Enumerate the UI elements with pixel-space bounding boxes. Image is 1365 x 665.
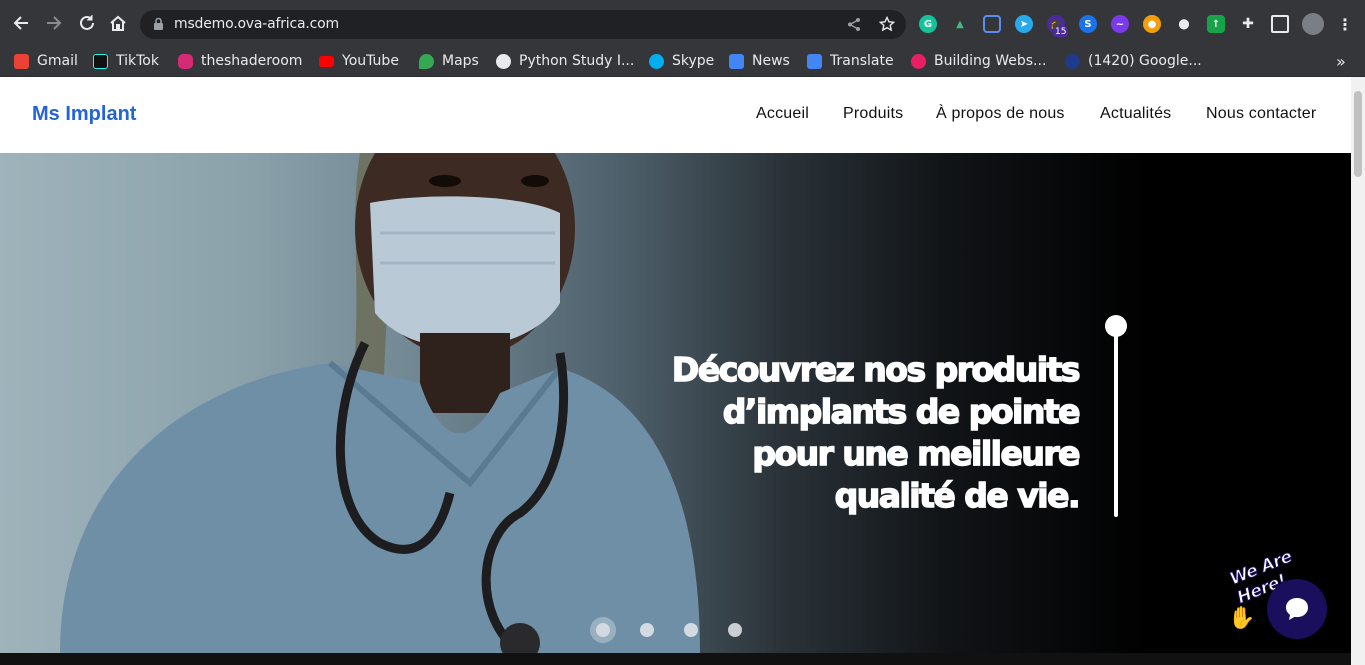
building-icon bbox=[911, 53, 926, 69]
web-page: Ms Implant Accueil Produits À propos de … bbox=[0, 77, 1351, 665]
page-scrollbar[interactable] bbox=[1351, 77, 1365, 665]
maps-icon bbox=[419, 53, 434, 69]
nav-produits[interactable]: Produits bbox=[843, 105, 903, 123]
hero-headline: Découvrez nos produits d’implants de poi… bbox=[671, 349, 1082, 517]
youtube-icon bbox=[319, 55, 334, 67]
bookmark-gmail[interactable]: Gmail bbox=[14, 50, 78, 72]
bookmark-python-study[interactable]: Python Study I... bbox=[496, 50, 634, 72]
bookmark-maps[interactable]: Maps bbox=[419, 50, 479, 72]
bookmark-label: (1420) Google... bbox=[1088, 53, 1202, 69]
google-icon bbox=[1065, 53, 1080, 69]
extensions-puzzle-icon[interactable]: ✚ bbox=[1239, 15, 1257, 33]
reload-button[interactable] bbox=[76, 12, 98, 34]
news-icon bbox=[729, 53, 744, 69]
globe-icon bbox=[496, 53, 511, 69]
url-text[interactable]: msdemo.ova-africa.com bbox=[174, 16, 339, 32]
shazam-icon[interactable]: S bbox=[1079, 15, 1097, 33]
wave-extension-icon[interactable]: ~ bbox=[1111, 15, 1129, 33]
site-logo[interactable]: Ms Implant bbox=[32, 103, 136, 126]
skype-icon bbox=[649, 53, 664, 69]
bookmark-star-icon[interactable] bbox=[878, 15, 896, 37]
nav-nous-contacter[interactable]: Nous contacter bbox=[1206, 105, 1316, 123]
fox-extension-icon[interactable]: ● bbox=[1143, 15, 1161, 33]
tiktok-icon bbox=[93, 53, 108, 69]
carousel-dot-4[interactable] bbox=[728, 623, 742, 637]
vue-devtools-icon[interactable]: ▲ bbox=[951, 15, 969, 33]
hero-line: qualité de vie. bbox=[834, 475, 1081, 516]
hero-line: pour une meilleure bbox=[752, 433, 1082, 474]
hero-line: d’implants de pointe bbox=[722, 391, 1081, 432]
instagram-icon bbox=[178, 53, 193, 69]
profile-avatar[interactable] bbox=[1302, 13, 1324, 35]
scroll-indicator-line bbox=[1114, 325, 1118, 517]
nav-accueil[interactable]: Accueil bbox=[756, 105, 809, 123]
bookmark-label: Python Study I... bbox=[519, 53, 635, 69]
carousel-dots bbox=[590, 617, 772, 643]
side-panel-icon[interactable] bbox=[1271, 15, 1289, 33]
bookmark-theshaderoom[interactable]: theshaderoom bbox=[178, 50, 302, 72]
bookmark-label: Translate bbox=[830, 53, 894, 69]
bookmarks-bar: Gmail TikTok theshaderoom YouTube Maps P… bbox=[0, 46, 1365, 77]
bookmark-label: News bbox=[752, 53, 790, 69]
bookmark-youtube[interactable]: YouTube bbox=[319, 50, 399, 72]
doctor-image bbox=[60, 153, 700, 653]
address-bar[interactable]: msdemo.ova-africa.com bbox=[140, 10, 906, 39]
translate-icon bbox=[807, 53, 822, 69]
nav-a-propos[interactable]: À propos de nous bbox=[936, 105, 1065, 123]
bookmark-building-webs[interactable]: Building Webs... bbox=[911, 50, 1046, 72]
site-header: Ms Implant Accueil Produits À propos de … bbox=[0, 77, 1351, 153]
carousel-dot-2[interactable] bbox=[640, 623, 654, 637]
bookmark-label: Skype bbox=[672, 53, 715, 69]
share-icon[interactable] bbox=[847, 17, 862, 37]
bookmark-news[interactable]: News bbox=[729, 50, 790, 72]
carousel-dot-1[interactable] bbox=[590, 617, 616, 643]
bookmark-label: YouTube bbox=[342, 53, 399, 69]
more-bookmarks-button[interactable]: » bbox=[1336, 50, 1346, 72]
bookmark-label: Building Webs... bbox=[934, 53, 1047, 69]
bookmark-translate[interactable]: Translate bbox=[807, 50, 894, 72]
hero-line: Découvrez nos produits bbox=[671, 349, 1081, 390]
nav-actualites[interactable]: Actualités bbox=[1100, 105, 1171, 123]
bookmark-tiktok[interactable]: TikTok bbox=[93, 50, 159, 72]
bookmark-google[interactable]: (1420) Google... bbox=[1065, 50, 1202, 72]
scroll-indicator-knob[interactable] bbox=[1105, 315, 1127, 337]
chat-launcher-button[interactable] bbox=[1267, 579, 1327, 639]
upload-extension-icon[interactable]: ↑ bbox=[1207, 15, 1225, 33]
lock-icon[interactable] bbox=[153, 17, 164, 36]
gmail-icon bbox=[14, 53, 29, 69]
forward-button[interactable] bbox=[43, 12, 65, 34]
grammarly-icon[interactable]: G bbox=[919, 15, 937, 33]
browser-toolbar: msdemo.ova-africa.com G ▲ ➤ 🎓 15 S ~ ● ⬤… bbox=[0, 0, 1365, 46]
bookmark-label: theshaderoom bbox=[201, 53, 303, 69]
bookmark-skype[interactable]: Skype bbox=[649, 50, 714, 72]
telegram-icon[interactable]: ➤ bbox=[1015, 15, 1033, 33]
hero-carousel[interactable]: Découvrez nos produits d’implants de poi… bbox=[0, 153, 1351, 653]
location-pin-icon[interactable]: ⬤ bbox=[1175, 15, 1193, 33]
carousel-dot-3[interactable] bbox=[684, 623, 698, 637]
extension-badge: 15 bbox=[1053, 27, 1069, 37]
scrollbar-thumb[interactable] bbox=[1354, 91, 1362, 177]
chat-bubble-icon bbox=[1286, 598, 1308, 620]
next-section-edge bbox=[0, 653, 1351, 665]
bookmark-label: Gmail bbox=[37, 53, 78, 69]
home-button[interactable] bbox=[107, 12, 129, 34]
shield-icon[interactable] bbox=[983, 15, 1001, 33]
waving-hand-icon: ✋ bbox=[1228, 605, 1256, 630]
bookmark-label: Maps bbox=[442, 53, 479, 69]
bookmark-label: TikTok bbox=[116, 53, 159, 69]
back-button[interactable] bbox=[10, 12, 32, 34]
kebab-menu-icon[interactable]: ⋮ bbox=[1336, 15, 1354, 34]
